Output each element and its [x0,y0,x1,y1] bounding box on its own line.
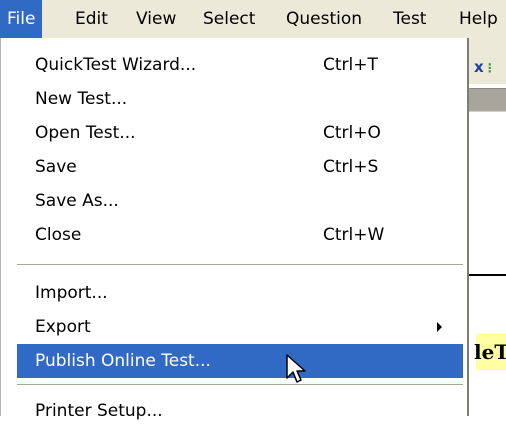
menu-bar: File Edit View Select Question Test Help [0,0,506,38]
menu-view[interactable]: View [129,0,183,38]
menu-item-save[interactable]: Save Ctrl+S [17,150,463,184]
menu-item-label: Save As... [35,191,119,211]
menu-item-label: QuickTest Wizard... [35,55,197,75]
menu-edit[interactable]: Edit [68,0,115,38]
menu-item-printer-setup[interactable]: Printer Setup... [17,394,463,428]
menu-item-quicktest-wizard[interactable]: QuickTest Wizard... Ctrl+T [17,48,463,82]
menu-file[interactable]: File [0,0,43,38]
menu-item-import[interactable]: Import... [17,276,463,310]
menu-item-label: New Test... [35,89,128,109]
toolbar-tool-icon[interactable]: x⋮ [474,58,496,76]
background-highlighted-text: leT [474,334,506,370]
menu-question[interactable]: Question [279,0,369,38]
menu-item-shortcut: Ctrl+T [323,55,378,75]
menu-separator [17,384,463,386]
menu-item-label: Export [35,317,91,337]
menu-item-label: Save [35,157,77,177]
menu-item-label: Publish Online Test... [35,351,211,371]
menu-item-label: Printer Setup... [35,401,163,421]
menu-item-publish-online-test[interactable]: Publish Online Test... [17,344,463,378]
menu-item-shortcut: Ctrl+O [323,123,381,143]
background-divider [468,274,506,276]
submenu-arrow-icon [437,322,442,332]
menu-item-label: Open Test... [35,123,136,143]
menu-item-close[interactable]: Close Ctrl+W [17,218,463,252]
menu-item-label: Close [35,225,82,245]
menu-item-open-test[interactable]: Open Test... Ctrl+O [17,116,463,150]
menu-item-label: Import... [35,283,108,303]
menu-separator [17,264,463,266]
menu-item-shortcut: Ctrl+W [323,225,385,245]
menu-test[interactable]: Test [386,0,433,38]
menu-item-new-test[interactable]: New Test... [17,82,463,116]
menu-item-save-as[interactable]: Save As... [17,184,463,218]
background-header-strip [468,88,506,112]
menu-item-export[interactable]: Export [17,310,463,344]
menu-help[interactable]: Help [452,0,505,38]
file-dropdown-menu: QuickTest Wizard... Ctrl+T New Test... O… [0,38,469,421]
menu-item-shortcut: Ctrl+S [323,157,379,177]
mouse-cursor-icon [286,354,306,383]
menu-select[interactable]: Select [196,0,262,38]
